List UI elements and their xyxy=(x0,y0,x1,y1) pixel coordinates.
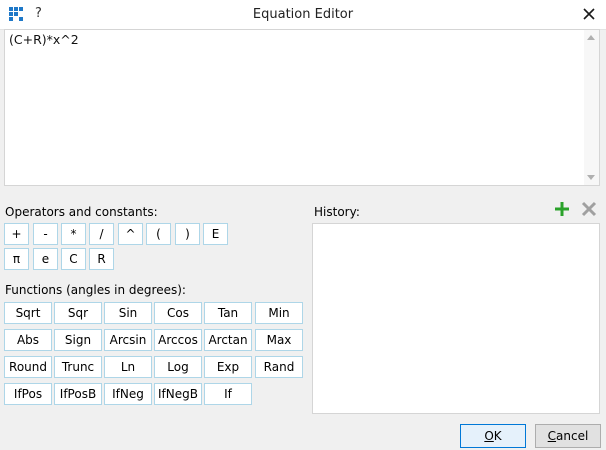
ok-label-rest: K xyxy=(493,429,502,443)
function-button[interactable]: Trunc xyxy=(54,356,102,378)
function-button[interactable]: Arccos xyxy=(154,329,202,351)
scroll-down-icon[interactable] xyxy=(587,175,595,180)
op-button[interactable]: E xyxy=(203,223,228,245)
window-title: Equation Editor xyxy=(252,7,354,22)
vertical-scrollbar[interactable] xyxy=(584,30,599,185)
plus-icon[interactable] xyxy=(553,200,571,218)
ok-mnemonic: O xyxy=(484,429,494,443)
function-button[interactable]: Log xyxy=(154,356,202,378)
grid-icon xyxy=(9,7,23,21)
function-button[interactable]: Ln xyxy=(104,356,152,378)
x-icon[interactable] xyxy=(580,200,598,218)
history-list[interactable] xyxy=(312,223,600,414)
function-button[interactable]: Arctan xyxy=(204,329,252,351)
function-button[interactable]: Cos xyxy=(154,302,202,324)
title-bar: ? Equation Editor xyxy=(0,0,606,30)
help-button[interactable]: ? xyxy=(35,6,42,21)
op-button[interactable]: ( xyxy=(146,223,171,245)
function-button[interactable]: Sqr xyxy=(54,302,102,324)
history-label: History: xyxy=(314,205,360,219)
const-button[interactable]: π xyxy=(4,248,29,270)
function-button[interactable]: Round xyxy=(4,356,52,378)
function-button[interactable]: IfPos xyxy=(4,383,52,405)
op-button[interactable]: + xyxy=(4,223,29,245)
operators-label: Operators and constants: xyxy=(5,205,158,219)
const-button[interactable]: R xyxy=(89,248,114,270)
function-button[interactable]: Sign xyxy=(54,329,102,351)
op-button[interactable]: * xyxy=(61,223,86,245)
function-button[interactable]: Tan xyxy=(204,302,252,324)
close-icon[interactable] xyxy=(578,3,600,25)
function-button[interactable]: IfPosB xyxy=(54,383,102,405)
functions-label: Functions (angles in degrees): xyxy=(5,283,186,297)
cancel-button[interactable]: Cancel xyxy=(535,424,601,448)
function-button[interactable]: Sqrt xyxy=(4,302,52,324)
function-button[interactable]: Rand xyxy=(255,356,303,378)
op-button[interactable]: ^ xyxy=(118,223,143,245)
function-button[interactable]: Sin xyxy=(104,302,152,324)
equation-text: (C+R)*x^2 xyxy=(9,32,79,47)
function-button[interactable]: IfNegB xyxy=(154,383,202,405)
scroll-up-icon[interactable] xyxy=(587,35,595,40)
cancel-mnemonic: C xyxy=(547,429,557,443)
ok-button[interactable]: OK xyxy=(460,424,526,448)
function-button[interactable]: Min xyxy=(255,302,303,324)
cancel-label-rest: ancel xyxy=(556,429,589,443)
op-button[interactable]: ) xyxy=(175,223,200,245)
op-button[interactable]: / xyxy=(89,223,114,245)
function-button[interactable]: Abs xyxy=(4,329,52,351)
const-button[interactable]: C xyxy=(61,248,86,270)
function-button[interactable]: Arcsin xyxy=(104,329,152,351)
equation-input[interactable]: (C+R)*x^2 xyxy=(4,29,600,186)
function-button[interactable]: Max xyxy=(255,329,303,351)
const-button[interactable]: e xyxy=(33,248,58,270)
function-button[interactable]: If xyxy=(204,383,252,405)
op-button[interactable]: - xyxy=(33,223,58,245)
function-button[interactable]: Exp xyxy=(204,356,252,378)
function-button[interactable]: IfNeg xyxy=(104,383,152,405)
